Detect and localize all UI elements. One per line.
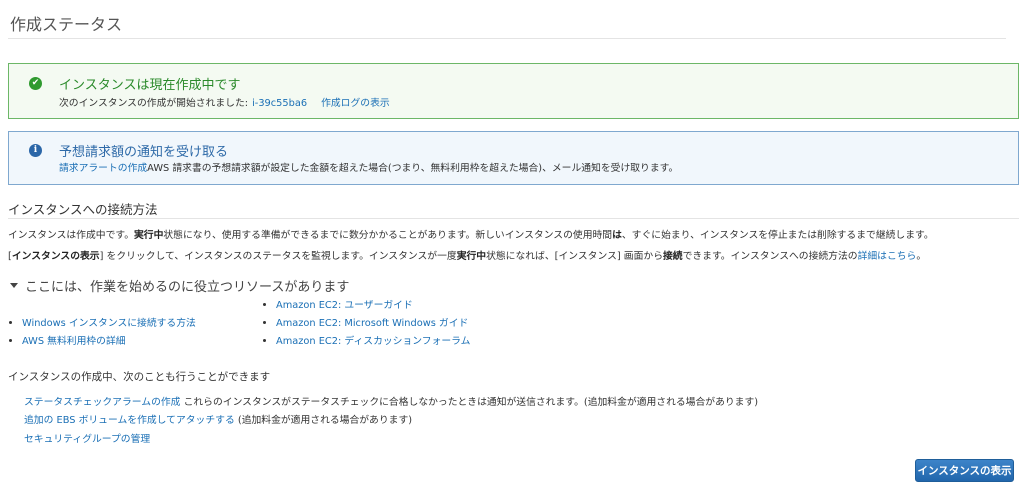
resources-toggle[interactable]: ここには、作業を始めるのに役立つリソースがあります [10, 276, 349, 295]
meanwhile-heading: インスタンスの作成中、次のことも行うことができます [8, 371, 271, 383]
para1-bold-2: は [612, 230, 622, 241]
view-instances-button[interactable]: インスタンスの表示 [915, 459, 1014, 482]
billing-info-alert: i 予想請求額の通知を受け取る 請求アラートの作成AWS 請求書の予想請求額が設… [8, 131, 1019, 185]
para1-bold-running: 実行中 [134, 230, 164, 241]
resource-link-free-tier[interactable]: AWS 無料利用枠の詳細 [22, 336, 126, 347]
create-ebs-volume-link[interactable]: 追加の EBS ボリュームを作成してアタッチする [24, 415, 235, 426]
list-item: Amazon EC2: Microsoft Windows ガイド [263, 315, 468, 329]
para2-bold-view-instances: インスタンスの表示 [11, 251, 100, 262]
connect-section-heading: インスタンスへの接続方法 [8, 202, 158, 217]
info-alert-text: AWS 請求書の予想請求額が設定した金額を超えた場合(つまり、無料利用枠を超えた… [147, 163, 679, 174]
para1-text-1: インスタンスは作成中です。 [8, 230, 134, 241]
create-billing-alert-link[interactable]: 請求アラートの作成 [59, 163, 147, 174]
view-launch-log-link[interactable]: 作成ログの表示 [321, 98, 390, 109]
para2-period: 。 [916, 251, 927, 262]
instance-id-link[interactable]: i-39c55ba6 [252, 98, 307, 109]
resources-toggle-label: ここには、作業を始めるのに役立つリソースがあります [25, 280, 350, 295]
action-row: 追加の EBS ボリュームを作成してアタッチする (追加料金が適用される場合があ… [24, 412, 412, 426]
page-title: 作成ステータス [10, 15, 123, 34]
para2-text-1: ] をクリックして、インスタンスのステータスを監視します。インスタンスが一度 [99, 251, 457, 262]
para1-text-3: 、すぐに始まり、インスタンスを停止または削除するまで継続します。 [621, 230, 934, 241]
para2-bold-connect: 接続 [663, 251, 683, 262]
connect-paragraph-1: インスタンスは作成中です。実行中状態になり、使用する準備ができるまでに数分かかる… [8, 227, 934, 241]
success-alert-heading: インスタンスは現在作成中です [59, 78, 241, 93]
info-circle-icon: i [29, 144, 42, 157]
manage-security-groups-link[interactable]: セキュリティグループの管理 [24, 434, 150, 445]
para1-text-2: 状態になり、使用する準備ができるまでに数分かかることがあります。新しいインスタン… [163, 230, 613, 241]
launch-success-alert: ✔ インスタンスは現在作成中です 次のインスタンスの作成が開始されました: i-3… [8, 63, 1019, 119]
info-alert-heading: 予想請求額の通知を受け取る [59, 145, 229, 160]
caret-down-icon [10, 283, 18, 288]
action-note: (追加料金が適用される場合があります) [237, 415, 413, 426]
action-note: これらのインスタンスがステータスチェックに合格しなかったときは通知が送信されます… [183, 397, 759, 408]
create-status-alarm-link[interactable]: ステータスチェックアラームの作成 [24, 397, 180, 408]
success-alert-body: 次のインスタンスの作成が開始されました: i-39c55ba6 作成ログの表示 [59, 95, 390, 109]
bullet-icon [9, 321, 12, 324]
title-divider [8, 38, 1006, 39]
success-alert-text: 次のインスタンスの作成が開始されました: [59, 98, 249, 109]
para2-bold-running: 実行中 [456, 251, 487, 262]
bullet-icon [9, 339, 12, 342]
list-item: AWS 無料利用枠の詳細 [9, 333, 126, 347]
bullet-icon [263, 321, 266, 324]
connect-paragraph-2: [インスタンスの表示] をクリックして、インスタンスのステータスを監視します。イ… [8, 248, 926, 262]
para2-text-2: 状態になれば、[インスタンス] 画面から [486, 251, 663, 262]
learn-more-link[interactable]: 詳細はこちら [858, 251, 917, 262]
info-alert-body: 請求アラートの作成AWS 請求書の予想請求額が設定した金額を超えた場合(つまり、… [59, 160, 678, 174]
check-circle-icon: ✔ [29, 77, 42, 90]
action-row: ステータスチェックアラームの作成 これらのインスタンスがステータスチェックに合格… [24, 394, 758, 408]
list-item: Windows インスタンスに接続する方法 [9, 315, 196, 329]
list-item: Amazon EC2: ディスカッションフォーラム [263, 333, 470, 347]
list-item: Amazon EC2: ユーザーガイド [263, 297, 413, 311]
bullet-icon [263, 303, 266, 306]
action-row: セキュリティグループの管理 [24, 431, 150, 445]
resource-link-user-guide[interactable]: Amazon EC2: ユーザーガイド [276, 300, 413, 311]
para2-text-3: できます。インスタンスへの接続方法の [682, 251, 858, 262]
resource-link-forum[interactable]: Amazon EC2: ディスカッションフォーラム [276, 336, 470, 347]
bullet-icon [263, 339, 266, 342]
section-divider [8, 218, 1019, 219]
resource-link-windows-connect[interactable]: Windows インスタンスに接続する方法 [22, 318, 196, 329]
resource-link-windows-guide[interactable]: Amazon EC2: Microsoft Windows ガイド [276, 318, 468, 329]
